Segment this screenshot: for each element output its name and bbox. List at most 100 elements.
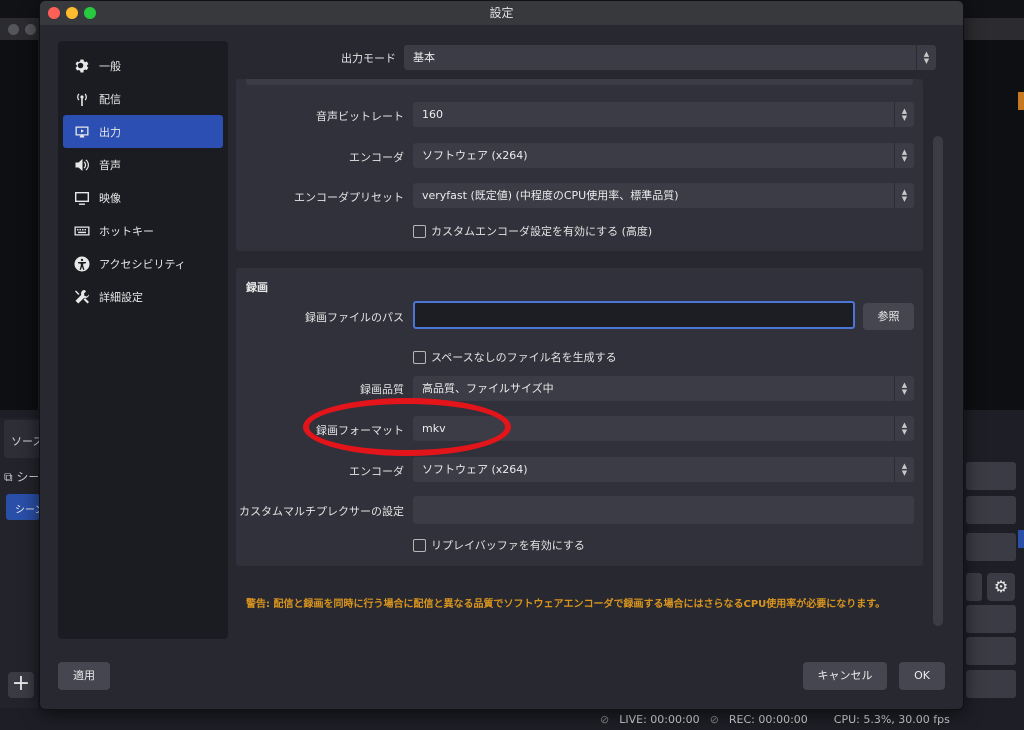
sidebar-item-label: 映像 <box>99 191 121 205</box>
monitor-icon <box>73 189 91 207</box>
blue-indicator <box>1018 530 1024 548</box>
stream-encoder-value: ソフトウェア (x264) <box>422 149 528 162</box>
control-button[interactable] <box>966 637 1016 665</box>
output-mode-select[interactable]: 基本 ▲ ▼ <box>404 45 936 70</box>
control-button[interactable] <box>966 605 1016 633</box>
settings-dialog: 設定 一般 配信 出力 音声 映像 ホットキー アクセシビリティ 詳細設定 出力… <box>39 0 964 710</box>
tools-icon <box>73 288 91 306</box>
scenes-dock-title: ⧉ シーン <box>4 470 38 484</box>
recording-path-input[interactable] <box>413 301 855 329</box>
audio-bitrate-select[interactable]: 160 ▲ ▼ <box>413 102 914 127</box>
encoder-preset-select[interactable]: veryfast (既定値) (中程度のCPU使用率、標準品質) ▲ ▼ <box>413 183 914 208</box>
sidebar-item-label: 出力 <box>99 125 121 139</box>
sidebar-item-output[interactable]: 出力 <box>63 115 223 148</box>
chevron-updown-icon: ▲ ▼ <box>894 183 914 208</box>
sidebar-item-label: 配信 <box>99 92 121 106</box>
main-window-controls <box>8 24 36 35</box>
sidebar-item-label: ホットキー <box>99 224 154 238</box>
audio-bitrate-label: 音声ビットレート <box>316 110 404 123</box>
live-timer: LIVE: 00:00:00 <box>619 712 700 726</box>
accessibility-icon <box>73 255 91 273</box>
custom-muxer-label: カスタムマルチプレクサーの設定 <box>239 505 404 518</box>
chevron-updown-icon: ▲ ▼ <box>894 416 914 441</box>
no-space-filename-checkbox[interactable]: スペースなしのファイル名を生成する <box>413 349 617 365</box>
sidebar-item-general[interactable]: 一般 <box>63 49 223 82</box>
add-scene-button[interactable]: + <box>8 672 34 698</box>
cpu-usage: CPU: 5.3%, 30.00 fps <box>833 712 950 726</box>
minimize-window-button[interactable] <box>66 7 78 19</box>
chevron-updown-icon: ▲ ▼ <box>894 102 914 127</box>
sidebar-item-label: 一般 <box>99 59 121 73</box>
audio-meter-indicator <box>1018 92 1024 110</box>
scenes-panel <box>0 418 38 708</box>
sidebar-item-label: 詳細設定 <box>99 290 143 304</box>
output-mode-label: 出力モード <box>341 52 396 65</box>
preview-area-right <box>964 40 1024 410</box>
live-icon: ⊘ <box>600 712 610 726</box>
custom-muxer-input[interactable] <box>413 496 914 524</box>
sidebar-item-advanced[interactable]: 詳細設定 <box>63 280 223 313</box>
recording-format-value: mkv <box>422 422 446 435</box>
keyboard-icon <box>73 222 91 240</box>
checkbox-label: カスタムエンコーダ設定を有効にする (高度) <box>431 225 653 238</box>
dialog-titlebar: 設定 <box>40 1 963 25</box>
checkbox-box[interactable] <box>413 224 426 238</box>
sidebar-item-video[interactable]: 映像 <box>63 181 223 214</box>
recording-encoder-select[interactable]: ソフトウェア (x264) ▲ ▼ <box>413 457 914 482</box>
recording-quality-select[interactable]: 高品質、ファイルサイズ中 ▲ ▼ <box>413 376 914 401</box>
recording-format-label: 録画フォーマット <box>316 424 404 437</box>
rec-icon: ⊘ <box>709 712 719 726</box>
stream-encoder-label: エンコーダ <box>349 151 404 164</box>
control-button[interactable] <box>966 462 1016 490</box>
output-settings-content: 出力モード 基本 ▲ ▼ 音声ビットレート 160 ▲ ▼ エンコーダ ソフトウェア… <box>236 39 942 635</box>
gear-icon[interactable]: ⚙ <box>987 573 1015 601</box>
gear-icon <box>73 57 91 75</box>
scene-icon: ⧉ <box>4 470 13 484</box>
sidebar-item-label: 音声 <box>99 158 121 172</box>
recording-quality-label: 録画品質 <box>360 383 404 396</box>
chevron-updown-icon: ▲ ▼ <box>894 376 914 401</box>
stream-encoder-select[interactable]: ソフトウェア (x264) ▲ ▼ <box>413 143 914 168</box>
chevron-updown-icon: ▲ ▼ <box>894 457 914 482</box>
zoom-window-button[interactable] <box>84 7 96 19</box>
recording-encoder-label: エンコーダ <box>349 465 404 478</box>
control-button[interactable] <box>966 496 1016 524</box>
control-button[interactable] <box>966 573 982 601</box>
audio-bitrate-value: 160 <box>422 108 443 121</box>
replay-buffer-checkbox[interactable]: リプレイバッファを有効にする <box>413 537 585 553</box>
control-button[interactable] <box>966 533 1016 561</box>
recording-quality-value: 高品質、ファイルサイズ中 <box>422 382 554 395</box>
dialog-title: 設定 <box>489 6 514 20</box>
encoder-preset-label: エンコーダプリセット <box>294 191 404 204</box>
recording-format-select[interactable]: mkv ▲ ▼ <box>413 416 914 441</box>
close-window-button[interactable] <box>48 7 60 19</box>
output-mode-value: 基本 <box>413 51 435 64</box>
scene-list-item[interactable]: シーン <box>6 494 40 520</box>
apply-button[interactable]: 適用 <box>58 662 110 690</box>
sidebar-item-stream[interactable]: 配信 <box>63 82 223 115</box>
preview-area-left <box>0 40 38 410</box>
chevron-updown-icon: ▲ ▼ <box>894 143 914 168</box>
checkbox-box[interactable] <box>413 350 426 364</box>
broadcast-icon <box>73 90 91 108</box>
checkbox-label: スペースなしのファイル名を生成する <box>431 351 617 364</box>
speaker-icon <box>73 156 91 174</box>
content-scrollbar[interactable] <box>933 136 943 626</box>
cancel-button[interactable]: キャンセル <box>803 662 887 690</box>
browse-button[interactable]: 参照 <box>863 303 914 330</box>
ok-button[interactable]: OK <box>899 662 945 690</box>
chevron-updown-icon: ▲ ▼ <box>916 45 936 70</box>
control-button[interactable] <box>966 670 1016 698</box>
recording-group-title: 録画 <box>246 281 268 294</box>
output-icon <box>73 123 91 141</box>
settings-sidebar: 一般 配信 出力 音声 映像 ホットキー アクセシビリティ 詳細設定 <box>58 41 228 639</box>
sidebar-item-audio[interactable]: 音声 <box>63 148 223 181</box>
sidebar-item-hotkeys[interactable]: ホットキー <box>63 214 223 247</box>
recording-path-label: 録画ファイルのパス <box>305 311 404 324</box>
rec-timer: REC: 00:00:00 <box>728 712 808 726</box>
checkbox-box[interactable] <box>413 538 426 552</box>
sidebar-item-accessibility[interactable]: アクセシビリティ <box>63 247 223 280</box>
cpu-warning-text: 警告: 配信と録画を同時に行う場合に配信と異なる品質でソフトウェアエンコーダで録… <box>246 599 886 610</box>
sources-dock-title[interactable]: ソース <box>4 420 44 458</box>
custom-encoder-checkbox[interactable]: カスタムエンコーダ設定を有効にする (高度) <box>413 223 652 239</box>
